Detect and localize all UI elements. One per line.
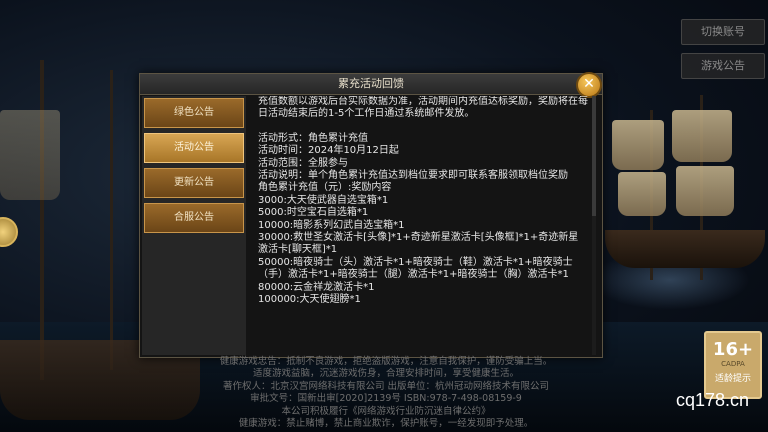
event-description: 活动说明：单个角色累计充值达到档位要求即可联系客服领取档位奖励 (258, 170, 568, 182)
notice-line: 本公司积极履行《网络游戏行业防沉迷自律公约》 (281, 405, 491, 417)
switch-account-button[interactable]: 切换账号 (681, 19, 765, 45)
tab-update-notice[interactable]: 更新公告 (144, 168, 244, 198)
rating-org: CADPA (721, 360, 745, 368)
reward-table-header: 角色累计充值（元）:奖励内容 (258, 182, 392, 194)
notice-line: 著作权人：北京汉宫网络科技有限公司 出版单位：杭州冠动网络技术有限公司 (222, 380, 550, 392)
content-scrollbar[interactable] (592, 96, 596, 355)
close-icon[interactable]: ✕ (576, 72, 602, 98)
tab-merge-notice[interactable]: 合服公告 (144, 203, 244, 233)
reward-item: 80000:云金祥龙激活卡*1 (258, 281, 375, 293)
reward-item: 50000:暗夜骑士（头）激活卡*1+暗夜骑士（鞋）激活卡*1+暗夜骑士（手）激… (258, 256, 573, 281)
reward-item: 5000:时空宝石自选箱*1 (258, 207, 369, 219)
tab-green-notice[interactable]: 绿色公告 (144, 98, 244, 128)
health-notice: 健康游戏忠告：抵制不良游戏，拒绝盗版游戏，注意自我保护，谨防受骗上当。 适度游戏… (196, 356, 576, 430)
age-tip-label: 适龄提示 (714, 374, 751, 384)
reward-item: 10000:暗影系列幻武自选宝箱*1 (258, 219, 405, 231)
reward-item: 100000:大天使翅膀*1 (258, 294, 361, 306)
site-watermark: cq178.cn (676, 390, 750, 410)
notice-line: 健康游戏：禁止赌博，禁止商业欺诈，保护账号，一经发现即予处理。 (238, 418, 534, 430)
age-rating: 16+ (712, 339, 754, 360)
reward-item: 30000:救世圣女激活卡[头像]*1+奇迹新星激活卡[头像框]*1+奇迹新星激… (258, 232, 579, 256)
intro-text: 充值数额以游戏后台实际数据为准，活动期间内充值达标奖励，奖励将在每日活动结束后的… (258, 96, 588, 120)
reward-item: 3000:大天使武器自选宝箱*1 (258, 194, 389, 206)
notice-tab-list: 绿色公告 活动公告 更新公告 合服公告 (142, 96, 246, 355)
notice-content: 充值数额以游戏后台实际数据为准，活动期间内充值达标奖励，奖励将在每日活动结束后的… (258, 96, 588, 355)
notice-line: 健康游戏忠告：抵制不良游戏，拒绝盗版游戏，注意自我保护，谨防受骗上当。 (219, 356, 553, 367)
dialog-title: 累充活动回馈 (140, 74, 602, 95)
age-rating-badge[interactable]: 16+ CADPA 适龄提示 (704, 331, 762, 399)
event-scope: 活动范围：全服参与 (258, 157, 348, 169)
game-notice-button[interactable]: 游戏公告 (681, 53, 765, 79)
event-time: 活动时间：2024年10月12日起 (258, 145, 399, 157)
event-form: 活动形式：角色累计充值 (258, 132, 368, 144)
player-avatar-icon[interactable] (0, 217, 18, 247)
notice-line: 审批文号：国新出审[2020]2139号 ISBN:978-7-498-0815… (250, 393, 522, 405)
tab-event-notice[interactable]: 活动公告 (144, 133, 244, 163)
notice-line: 适度游戏益脑，沉迷游戏伤身，合理安排时间，享受健康生活。 (252, 368, 519, 380)
scroll-thumb[interactable] (592, 96, 596, 216)
announcement-dialog: 累充活动回馈 ✕ 绿色公告 活动公告 更新公告 合服公告 充值数额以游戏后台实际… (139, 72, 603, 358)
